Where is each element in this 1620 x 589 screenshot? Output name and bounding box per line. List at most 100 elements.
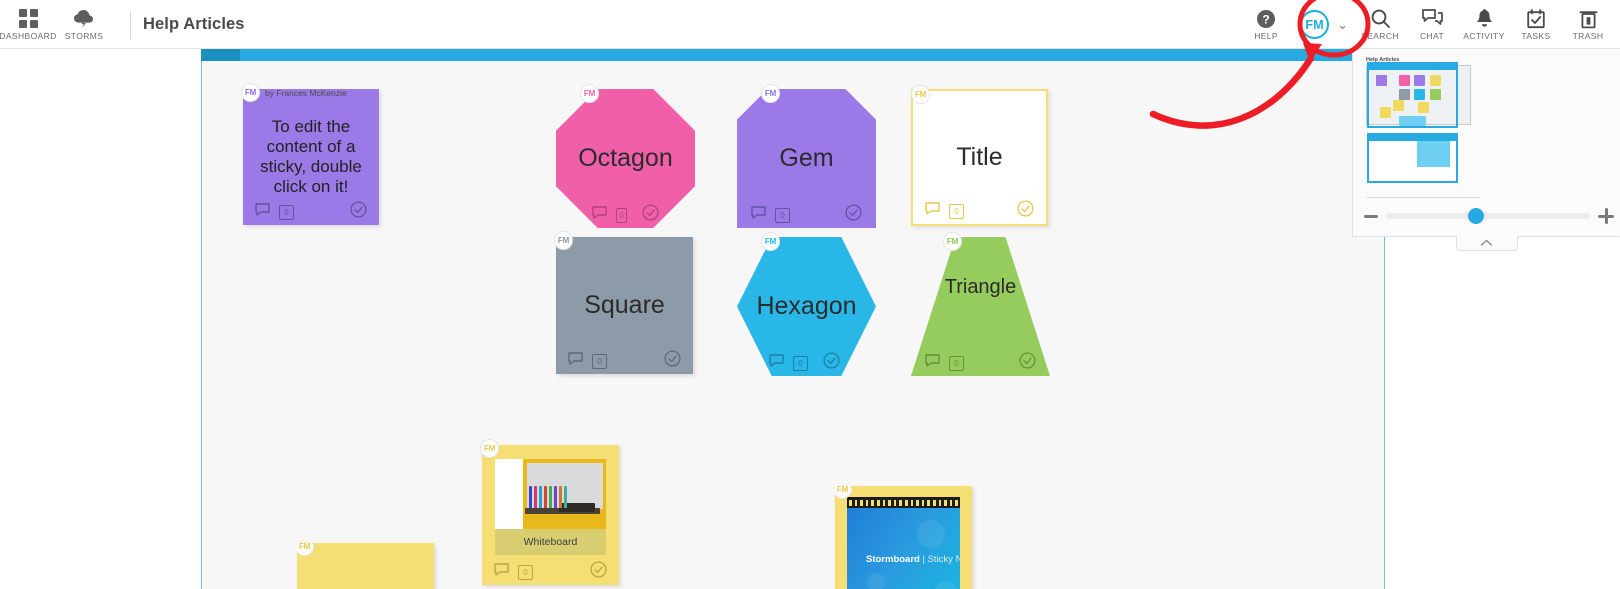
note-text: Triangle <box>944 276 1017 298</box>
note-text: To edit the content of a sticky, double … <box>260 116 362 197</box>
check-circle-icon[interactable] <box>642 204 659 226</box>
zoom-in-icon[interactable] <box>1598 208 1614 224</box>
search-magnifier-icon <box>1370 8 1391 29</box>
nav-trash-button[interactable]: TRASH <box>1562 0 1614 49</box>
comment-bubble-icon[interactable] <box>592 206 607 224</box>
dashboard-grid-icon <box>18 8 38 29</box>
shape-note-hexagon[interactable]: FM Hexagon 0 <box>737 232 876 376</box>
svg-text:?: ? <box>1262 12 1269 26</box>
film-strip-icon <box>847 497 960 508</box>
user-avatar-menu[interactable]: FM ⌄ <box>1292 0 1354 49</box>
comment-bubble-icon[interactable] <box>255 203 270 221</box>
note-footer: 0 <box>737 350 876 376</box>
nav-activity-button[interactable]: ACTIVITY <box>1458 0 1510 49</box>
note-vote-count[interactable]: 0 <box>793 355 808 371</box>
comment-bubble-icon[interactable] <box>568 352 583 370</box>
minimap-panel[interactable]: Help Articles <box>1352 49 1620 251</box>
note-vote-count[interactable]: 0 <box>949 355 964 371</box>
note-video[interactable]: FM Stormboard | Sticky Notes 101 <box>835 486 972 589</box>
calendar-check-icon <box>1526 8 1546 29</box>
note-author-avatar: FM <box>943 232 962 251</box>
video-thumbnail-frame[interactable]: Stormboard | Sticky Notes 101 <box>847 497 960 589</box>
nav-chat-button[interactable]: CHAT <box>1406 0 1458 49</box>
note-footer: 0 <box>737 202 876 228</box>
note-footer: 0 <box>911 350 1050 376</box>
comment-bubble-icon[interactable] <box>494 563 509 581</box>
note-text: Square <box>584 291 665 319</box>
note-body: Square 0 <box>556 237 693 374</box>
check-circle-icon[interactable] <box>1017 200 1034 222</box>
nav-help-label: HELP <box>1254 31 1278 41</box>
note-vote-count[interactable]: 0 <box>518 564 533 580</box>
check-circle-icon[interactable] <box>590 561 607 583</box>
zoom-slider-thumb[interactable] <box>1467 208 1484 224</box>
chevron-up-icon <box>1480 239 1493 246</box>
shape-note-square[interactable]: FM Square 0 <box>554 231 693 374</box>
note-text: Title <box>956 143 1003 171</box>
top-navigation-bar: DASHBOARD STORMS Help Articles ? HELP FM… <box>0 0 1620 49</box>
minimap-thumb <box>1414 89 1425 100</box>
zoom-slider-row[interactable] <box>1364 206 1614 226</box>
check-circle-icon[interactable] <box>664 350 681 372</box>
minimap-board-bar <box>1369 64 1456 70</box>
note-author-avatar: FM <box>761 232 780 251</box>
chat-bubbles-icon <box>1421 8 1443 29</box>
minimap-collapse-button[interactable] <box>1455 236 1518 251</box>
comment-bubble-icon[interactable] <box>925 354 940 372</box>
zoom-slider-track[interactable] <box>1386 208 1590 224</box>
note-title-card[interactable]: FM Title 0 <box>911 85 1048 226</box>
comment-bubble-icon[interactable] <box>751 206 766 224</box>
nav-storms-label: STORMS <box>64 31 104 41</box>
check-circle-icon[interactable] <box>350 201 367 223</box>
whiteboard-photo <box>495 459 606 532</box>
minimap-viewport-current[interactable] <box>1367 62 1458 128</box>
note-author-avatar: FM <box>480 439 499 458</box>
sticky-note-instruction[interactable]: FM by Frances McKenzie To edit the conte… <box>241 83 379 225</box>
note-text: Hexagon <box>756 292 857 320</box>
note-text: Octagon <box>578 144 673 172</box>
note-footer: 0 <box>243 199 379 225</box>
note-body: Hexagon 0 <box>737 237 876 376</box>
zoom-out-icon[interactable] <box>1364 214 1378 218</box>
video-caption: Stormboard | Sticky Notes 101 <box>866 554 960 565</box>
nav-dashboard-label: DASHBOARD <box>0 31 57 41</box>
note-body: Triangle 0 <box>911 237 1050 376</box>
nav-search-button[interactable]: SEARCH <box>1354 0 1406 49</box>
shape-note-triangle[interactable]: FM Triangle 0 <box>911 232 1050 376</box>
nav-help-button[interactable]: ? HELP <box>1240 0 1292 49</box>
check-circle-icon[interactable] <box>823 352 840 374</box>
video-poster: Stormboard | Sticky Notes 101 <box>847 508 960 589</box>
nav-storms-button[interactable]: STORMS <box>56 0 112 49</box>
check-circle-icon[interactable] <box>845 204 862 226</box>
page-title: Help Articles <box>143 15 245 33</box>
shape-note-gem[interactable]: FM Gem 0 <box>737 84 876 228</box>
note-vote-count[interactable]: 0 <box>616 207 627 223</box>
nav-dashboard-button[interactable]: DASHBOARD <box>0 0 56 49</box>
note-image-caption: Whiteboard <box>495 529 606 555</box>
comment-bubble-icon[interactable] <box>769 354 784 372</box>
note-vote-count[interactable]: 0 <box>775 207 790 223</box>
note-vote-count[interactable]: 0 <box>949 203 964 219</box>
note-partial-bottom-left[interactable]: FM <box>297 543 434 589</box>
check-circle-icon[interactable] <box>1019 352 1036 374</box>
minimap-thumb <box>1430 75 1441 86</box>
nav-trash-label: TRASH <box>1572 31 1604 41</box>
note-whiteboard-image[interactable]: FM Whiteboard 0 <box>480 439 619 585</box>
nav-activity-label: ACTIVITY <box>1463 31 1505 41</box>
minimap-thumb <box>1376 75 1387 86</box>
minimap-viewport-secondary[interactable] <box>1367 133 1458 183</box>
note-vote-count[interactable]: 0 <box>279 204 294 220</box>
nav-right-group: ? HELP FM ⌄ SEARCH CHAT ACTIVITY TASKS T… <box>1240 0 1614 49</box>
note-author-avatar: FM <box>911 85 930 104</box>
note-text: Gem <box>779 144 834 172</box>
note-vote-count[interactable]: 0 <box>592 353 607 369</box>
nav-divider <box>130 10 131 39</box>
minimap-thumb <box>1380 107 1391 118</box>
note-footer: 0 <box>913 198 1046 224</box>
trash-can-icon <box>1579 8 1598 29</box>
chevron-down-icon[interactable]: ⌄ <box>1337 18 1348 31</box>
comment-bubble-icon[interactable] <box>925 202 940 220</box>
nav-tasks-button[interactable]: TASKS <box>1510 0 1562 49</box>
shape-note-octagon[interactable]: FM Octagon 0 <box>556 84 695 228</box>
minimap-thumb <box>1399 89 1410 100</box>
